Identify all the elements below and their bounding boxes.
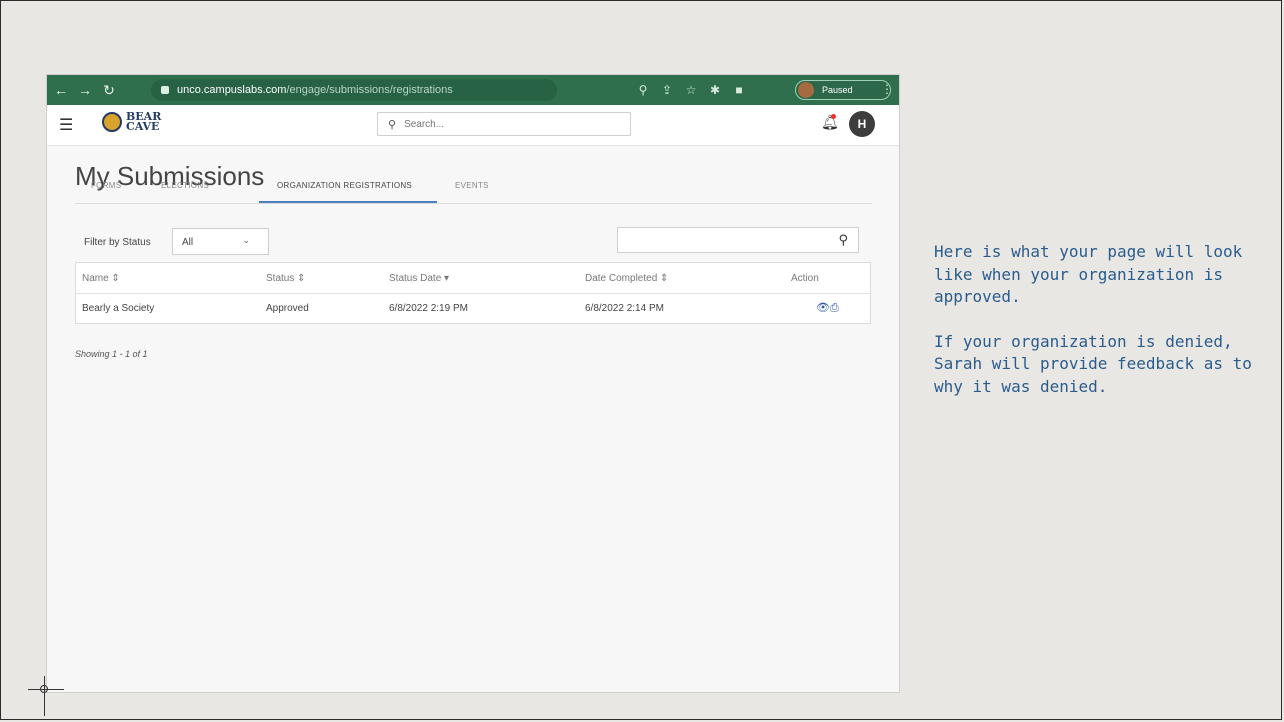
share-icon[interactable]: ⇪ bbox=[655, 83, 679, 97]
crosshair-mark-vertical bbox=[44, 676, 45, 716]
url-path: /engage/submissions/registrations bbox=[286, 84, 453, 96]
column-date-completed[interactable]: Date Completed ⇕ bbox=[585, 273, 668, 284]
notification-dot bbox=[831, 114, 836, 119]
view-eye-icon[interactable]: 👁︎ bbox=[816, 302, 830, 314]
forward-arrow-icon[interactable]: → bbox=[75, 82, 95, 98]
table-row: Bearly a Society Approved 6/8/2022 2:19 … bbox=[76, 293, 870, 323]
user-avatar[interactable]: H bbox=[849, 111, 875, 137]
side-panel-icon[interactable]: ■ bbox=[727, 83, 751, 97]
print-icon[interactable]: ⎙ bbox=[830, 302, 839, 314]
row-status-date: 6/8/2022 2:19 PM bbox=[389, 303, 468, 314]
row-date-completed: 6/8/2022 2:14 PM bbox=[585, 303, 664, 314]
reload-icon[interactable]: ↻ bbox=[99, 82, 119, 99]
profile-status: Paused bbox=[822, 85, 853, 95]
chevron-down-icon: ⌄ bbox=[242, 235, 250, 245]
column-status[interactable]: Status ⇕ bbox=[266, 273, 306, 284]
bear-cave-logo[interactable]: BEAR CAVE bbox=[102, 111, 161, 133]
table-header-row: Name ⇕ Status ⇕ Status Date ▾ Date Compl… bbox=[76, 263, 870, 294]
bear-logo-icon bbox=[102, 112, 122, 132]
global-search: ⚲ bbox=[377, 112, 631, 136]
submission-tabs: FORMS ELECTIONS ORGANIZATION REGISTRATIO… bbox=[75, 173, 872, 204]
note-denied: If your organization is denied, Sarah wi… bbox=[934, 331, 1252, 396]
pagination-summary: Showing 1 - 1 of 1 bbox=[75, 349, 148, 359]
row-actions: 👁︎⎙ bbox=[816, 301, 839, 315]
table-search-input[interactable]: ⚲ bbox=[617, 227, 859, 253]
row-status: Approved bbox=[266, 303, 309, 314]
profile-avatar-icon bbox=[798, 82, 814, 98]
row-name: Bearly a Society bbox=[82, 303, 155, 314]
browser-screenshot: ← → ↻ unco.campuslabs.com/engage/submiss… bbox=[47, 75, 899, 692]
logo-line-2: CAVE bbox=[126, 120, 160, 133]
profile-paused-button[interactable]: Paused bbox=[795, 80, 891, 100]
search-input[interactable] bbox=[402, 117, 607, 131]
zoom-icon[interactable]: ⚲ bbox=[631, 83, 655, 97]
column-status-date[interactable]: Status Date ▾ bbox=[389, 273, 449, 284]
tab-events[interactable]: EVENTS bbox=[455, 181, 489, 190]
lock-icon bbox=[161, 86, 169, 94]
note-approved: Here is what your page will look like wh… bbox=[934, 242, 1243, 306]
search-icon: ⚲ bbox=[838, 232, 848, 247]
column-name[interactable]: Name ⇕ bbox=[82, 273, 120, 284]
browser-extension-icons: ⚲ ⇪ ☆ ✱ ■ bbox=[631, 75, 751, 105]
slide-note: Here is what your page will look like wh… bbox=[934, 241, 1264, 398]
notification-bell-icon[interactable]: 🔔︎ bbox=[821, 114, 839, 131]
app-header: ☰ BEAR CAVE ⚲ 🔔︎ H bbox=[47, 105, 899, 146]
menu-toggle-icon[interactable]: ☰ bbox=[59, 115, 73, 135]
active-tab-indicator bbox=[259, 201, 437, 203]
back-arrow-icon[interactable]: ← bbox=[51, 82, 71, 98]
extensions-puzzle-icon[interactable]: ✱ bbox=[703, 83, 727, 97]
crosshair-mark-circle bbox=[40, 685, 48, 693]
tab-organization-registrations[interactable]: ORGANIZATION REGISTRATIONS bbox=[277, 181, 412, 190]
url-host: unco.campuslabs.com bbox=[177, 84, 287, 96]
status-filter-value: All bbox=[182, 237, 194, 248]
tab-forms[interactable]: FORMS bbox=[91, 181, 121, 190]
tab-elections[interactable]: ELECTIONS bbox=[161, 181, 209, 190]
bookmark-star-icon[interactable]: ☆ bbox=[679, 83, 703, 97]
submissions-table: Name ⇕ Status ⇕ Status Date ▾ Date Compl… bbox=[75, 262, 871, 324]
filter-by-status-label: Filter by Status bbox=[84, 237, 151, 248]
status-filter-select[interactable]: All ⌄ bbox=[172, 228, 269, 255]
column-action: Action bbox=[791, 273, 819, 284]
logo-text: BEAR CAVE bbox=[126, 111, 161, 133]
search-icon: ⚲ bbox=[388, 118, 397, 131]
address-bar[interactable]: unco.campuslabs.com/engage/submissions/r… bbox=[151, 79, 557, 101]
browser-menu-icon[interactable]: ⋮ bbox=[881, 82, 893, 96]
browser-toolbar: ← → ↻ unco.campuslabs.com/engage/submiss… bbox=[47, 75, 899, 105]
